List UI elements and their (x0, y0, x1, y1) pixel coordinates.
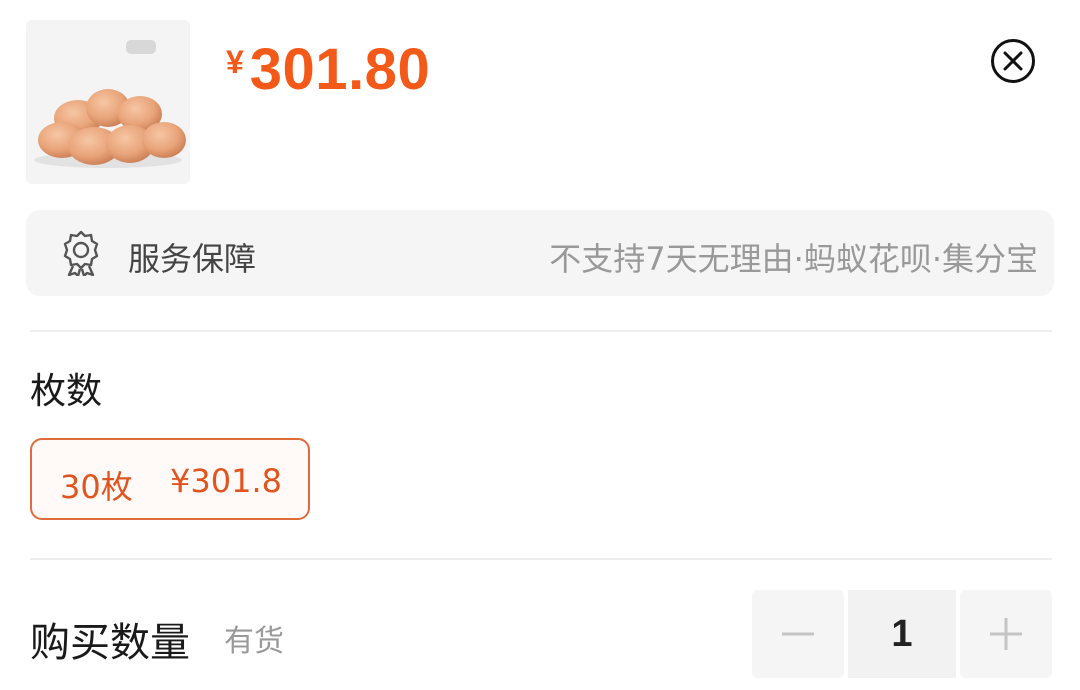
close-button[interactable] (990, 38, 1036, 84)
option-price: ¥301.8 (170, 462, 282, 500)
ribbon-badge-icon (63, 230, 99, 276)
product-price: ¥301.80 (226, 36, 430, 103)
quantity-value[interactable]: 1 (848, 590, 956, 678)
quantity-stepper: 1 (752, 590, 1052, 678)
eggs-image (34, 40, 186, 168)
stock-status: 有货 (224, 624, 284, 659)
service-guarantee-row[interactable]: 服务保障 不支持7天无理由·蚂蚁花呗·集分宝 (26, 210, 1054, 296)
price-value: 301.80 (249, 37, 431, 102)
quantity-title: 购买数量 (30, 620, 190, 666)
minus-icon (782, 632, 814, 636)
currency-symbol: ¥ (226, 44, 244, 80)
option-name: 30枚 (60, 468, 133, 506)
close-icon (991, 39, 1035, 83)
spec-option-30[interactable]: 30枚 ¥301.8 (30, 438, 310, 520)
service-detail: 不支持7天无理由·蚂蚁花呗·集分宝 (549, 240, 1038, 278)
plus-icon (990, 618, 1022, 650)
decrease-button[interactable] (752, 590, 844, 678)
product-image[interactable] (26, 20, 190, 184)
service-label: 服务保障 (128, 240, 257, 278)
divider (30, 558, 1052, 560)
divider (30, 330, 1052, 332)
increase-button[interactable] (960, 590, 1052, 678)
spec-title: 枚数 (30, 371, 103, 412)
